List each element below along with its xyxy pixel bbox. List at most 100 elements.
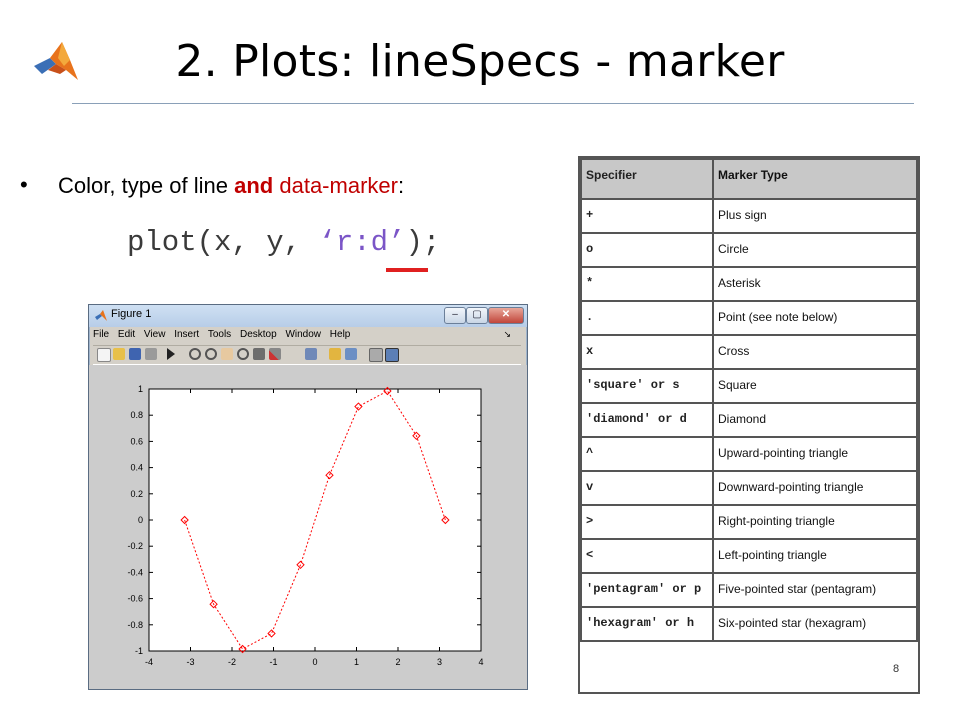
table-row: o Circle bbox=[580, 232, 918, 268]
y-tick-label: 0.4 bbox=[130, 463, 143, 473]
specifier-cell: 'pentagram' or p bbox=[580, 572, 714, 608]
specifier-cell: ^ bbox=[580, 436, 714, 472]
marker-type-cell: Six-pointed star (hexagram) bbox=[712, 606, 918, 642]
rotate-3d-icon[interactable] bbox=[237, 348, 249, 360]
y-tick-label: 0.6 bbox=[130, 436, 143, 446]
page-number: 8 bbox=[893, 663, 900, 675]
marker-type-cell: Diamond bbox=[712, 402, 918, 438]
figure-titlebar[interactable]: Figure 1 – ▢ ✕ bbox=[89, 305, 527, 327]
x-tick-label: 3 bbox=[437, 657, 442, 667]
close-button[interactable]: ✕ bbox=[488, 307, 524, 324]
table-header-row: Specifier Marker Type bbox=[580, 158, 918, 200]
hide-plot-tools-icon[interactable] bbox=[369, 348, 383, 362]
title-divider bbox=[72, 103, 914, 104]
data-cursor-icon[interactable] bbox=[253, 348, 265, 360]
x-tick-label: 1 bbox=[354, 657, 359, 667]
table-row: * Asterisk bbox=[580, 266, 918, 302]
zoom-in-icon[interactable] bbox=[189, 348, 201, 360]
maximize-button[interactable]: ▢ bbox=[466, 307, 488, 324]
specifier-cell: x bbox=[580, 334, 714, 370]
bullet-suffix: : bbox=[397, 173, 405, 198]
x-tick-label: -2 bbox=[228, 657, 236, 667]
open-file-icon[interactable] bbox=[113, 348, 125, 360]
bullet-dot: • bbox=[20, 172, 28, 197]
pan-hand-icon[interactable] bbox=[221, 348, 233, 360]
specifier-cell: . bbox=[580, 300, 714, 336]
marker-type-cell: Left-pointing triangle bbox=[712, 538, 918, 574]
link-plot-icon[interactable] bbox=[305, 348, 317, 360]
line-chart: -4 -3 -2 -1 0 1 2 3 4 1 0.8 0.6 0.4 0.2 0 -0.2 -0.4 -0.6 -… bbox=[127, 384, 483, 667]
marker-type-cell: Five-pointed star (pentagram) bbox=[712, 572, 918, 608]
x-tick-label: -4 bbox=[145, 657, 153, 667]
y-tick-label: -0.6 bbox=[127, 594, 143, 604]
save-icon[interactable] bbox=[129, 348, 141, 360]
specifier-cell: 'square' or s bbox=[580, 368, 714, 404]
marker-type-cell: Plus sign bbox=[712, 198, 918, 234]
slide-title: 2. Plots: lineSpecs - marker bbox=[175, 36, 785, 87]
bullet-and: and bbox=[234, 173, 274, 198]
marker-type-cell: Cross bbox=[712, 334, 918, 370]
y-tick-label: 1 bbox=[138, 384, 143, 394]
specifier-cell: o bbox=[580, 232, 714, 268]
table-row: > Right-pointing triangle bbox=[580, 504, 918, 540]
marker-type-cell: Downward-pointing triangle bbox=[712, 470, 918, 506]
y-tick-label: 0 bbox=[138, 515, 143, 525]
header-specifier: Specifier bbox=[580, 158, 714, 200]
table-row: . Point (see note below) bbox=[580, 300, 918, 336]
marker-spec-underline bbox=[386, 268, 428, 272]
figure-icon bbox=[95, 310, 107, 321]
menu-file[interactable]: File bbox=[93, 329, 109, 340]
menu-window[interactable]: Window bbox=[285, 329, 321, 340]
marker-type-cell: Asterisk bbox=[712, 266, 918, 302]
table-row: 'hexagram' or h Six-pointed star (hexagra… bbox=[580, 606, 918, 642]
specifier-cell: > bbox=[580, 504, 714, 540]
zoom-out-icon[interactable] bbox=[205, 348, 217, 360]
edit-plot-arrow-icon[interactable] bbox=[167, 348, 175, 360]
table-row: 'square' or s Square bbox=[580, 368, 918, 404]
y-tick-label: -0.2 bbox=[127, 541, 143, 551]
specifier-cell: * bbox=[580, 266, 714, 302]
table-row: v Downward-pointing triangle bbox=[580, 470, 918, 506]
brush-icon[interactable] bbox=[269, 348, 281, 360]
print-icon[interactable] bbox=[145, 348, 157, 360]
menu-insert[interactable]: Insert bbox=[174, 329, 199, 340]
menu-view[interactable]: View bbox=[144, 329, 166, 340]
legend-icon[interactable] bbox=[345, 348, 357, 360]
code-before: plot(x, y, bbox=[127, 226, 319, 259]
y-tick-label: 0.8 bbox=[130, 410, 143, 420]
y-tick-label: -0.8 bbox=[127, 620, 143, 630]
specifier-cell: 'hexagram' or h bbox=[580, 606, 714, 642]
specifier-cell: < bbox=[580, 538, 714, 574]
new-figure-icon[interactable] bbox=[97, 348, 111, 362]
marker-type-cell: Point (see note below) bbox=[712, 300, 918, 336]
menu-edit[interactable]: Edit bbox=[118, 329, 135, 340]
figure-window: Figure 1 – ▢ ✕ File Edit View Insert Too… bbox=[88, 304, 528, 690]
menu-tools[interactable]: Tools bbox=[208, 329, 231, 340]
figure-toolbar bbox=[93, 345, 521, 365]
marker-type-cell: Upward-pointing triangle bbox=[712, 436, 918, 472]
minimize-button[interactable]: – bbox=[444, 307, 466, 324]
specifier-cell: 'diamond' or d bbox=[580, 402, 714, 438]
table-row: + Plus sign bbox=[580, 198, 918, 234]
code-example: plot(x, y, ‘r:d’); bbox=[127, 226, 440, 259]
table-row: < Left-pointing triangle bbox=[580, 538, 918, 574]
marker-table: Specifier Marker Type + Plus sign o Circle *… bbox=[578, 156, 920, 694]
dock-arrow-icon[interactable]: ↘ bbox=[503, 329, 511, 340]
menu-bar: File Edit View Insert Tools Desktop Wind… bbox=[93, 329, 521, 343]
colorbar-icon[interactable] bbox=[329, 348, 341, 360]
figure-canvas: -4 -3 -2 -1 0 1 2 3 4 1 0.8 0.6 0.4 0.2 0 -0.2 -0.4 -0.6 -… bbox=[89, 365, 527, 689]
y-tick-label: 0.2 bbox=[130, 489, 143, 499]
marker-type-cell: Square bbox=[712, 368, 918, 404]
menu-desktop[interactable]: Desktop bbox=[240, 329, 277, 340]
y-tick-label: -1 bbox=[135, 646, 143, 656]
y-tick-label: -0.4 bbox=[127, 567, 143, 577]
table-row: ^ Upward-pointing triangle bbox=[580, 436, 918, 472]
menu-help[interactable]: Help bbox=[330, 329, 351, 340]
bullet-text: Color, type of line and data-marker: bbox=[58, 173, 404, 199]
table-row: x Cross bbox=[580, 334, 918, 370]
show-plot-tools-icon[interactable] bbox=[385, 348, 399, 362]
specifier-cell: v bbox=[580, 470, 714, 506]
specifier-cell: + bbox=[580, 198, 714, 234]
code-linespec: ‘r:d’ bbox=[318, 226, 406, 259]
x-tick-label: 0 bbox=[312, 657, 317, 667]
